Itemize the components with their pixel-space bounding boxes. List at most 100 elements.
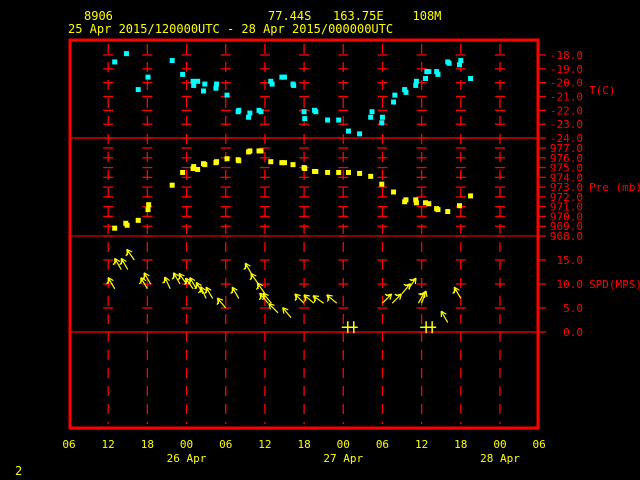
y-axis-label-pressure: Pre (mb) [589, 181, 640, 194]
wind-arrow [268, 303, 279, 314]
pressure-point [345, 169, 351, 175]
temperature-point [281, 74, 287, 80]
x-tick-label: 12 [415, 438, 428, 451]
wind-arrow [326, 294, 338, 304]
temperature-point [195, 78, 201, 84]
y-tick-label: -20.0 [550, 77, 583, 90]
pressure-point [313, 168, 319, 174]
temperature-point [423, 76, 429, 82]
pressure-point [258, 148, 264, 154]
temperature-point [413, 78, 419, 84]
wind-arrow [382, 293, 393, 304]
temperature-point [379, 114, 385, 120]
pressure-point [325, 169, 331, 175]
temperature-point [325, 117, 331, 123]
pressure-point [112, 225, 118, 231]
pressure-point [357, 170, 363, 176]
pressure-point [368, 173, 374, 179]
pressure-point [195, 167, 201, 173]
temperature-point [224, 92, 230, 98]
x-tick-label: 00 [493, 438, 506, 451]
y-tick-label: -22.0 [550, 104, 583, 117]
pressure-point [268, 159, 274, 165]
y-tick-label: 15.0 [557, 254, 584, 267]
wind-arrow [243, 262, 253, 275]
temperature-point [357, 131, 363, 137]
temperature-point [345, 128, 351, 134]
temperature-point [180, 71, 186, 77]
y-tick-label: -23.0 [550, 118, 583, 131]
x-tick-label: 06 [62, 438, 75, 451]
wind-arrow [282, 307, 292, 318]
temperature-point [426, 69, 432, 75]
wind-arrow [216, 297, 227, 309]
x-tick-label: 18 [454, 438, 467, 451]
y-tick-label: -19.0 [550, 63, 583, 76]
wind-arrow [294, 293, 305, 304]
pressure-point [391, 189, 397, 195]
temperature-point [135, 87, 141, 93]
pressure-point [214, 159, 220, 165]
date-label: 27 Apr [323, 452, 363, 465]
x-tick-label: 06 [219, 438, 232, 451]
pressure-point [135, 217, 141, 223]
temperature-point [458, 58, 464, 64]
temperature-point [435, 71, 441, 77]
x-tick-label: 06 [533, 438, 546, 451]
date-label: 26 Apr [167, 452, 207, 465]
y-tick-label: 0.0 [563, 326, 583, 339]
x-tick-label: 00 [180, 438, 193, 451]
temperature-point [112, 59, 118, 65]
pressure-point [169, 182, 175, 188]
pressure-point [180, 169, 186, 175]
wind-arrow [312, 295, 325, 304]
pressure-point [302, 166, 308, 172]
pressure-point [468, 193, 474, 199]
pressure-point [290, 162, 296, 168]
temperature-point [145, 74, 151, 80]
temperature-point [236, 107, 242, 113]
y-axis-label-temperature: T(C) [589, 84, 616, 97]
station-timeseries-chart: -18.0-19.0-20.0-21.0-22.0-23.0-24.0T(C)9… [62, 38, 640, 465]
x-tick-label: 06 [376, 438, 389, 451]
temperature-point [269, 81, 275, 87]
wind-arrow [452, 286, 462, 299]
wind-arrow [391, 293, 403, 304]
temperature-point [247, 110, 253, 116]
x-tick-label: 12 [258, 438, 271, 451]
x-tick-label: 18 [141, 438, 154, 451]
y-tick-label: 5.0 [563, 302, 583, 315]
temperature-point [313, 109, 319, 115]
pressure-point [426, 201, 432, 207]
temperature-point [201, 88, 207, 94]
pressure-point [145, 207, 151, 213]
temperature-point [391, 99, 397, 105]
pressure-point [247, 148, 253, 154]
wind-arrow [230, 286, 240, 299]
wind-arrow-head [414, 278, 417, 285]
pressure-point [224, 156, 230, 162]
pressure-point [146, 202, 152, 208]
temperature-point [403, 89, 409, 95]
y-tick-label: -21.0 [550, 91, 583, 104]
pressure-point [379, 181, 385, 187]
temperature-point [202, 81, 208, 87]
y-tick-label: -18.0 [550, 49, 583, 62]
temperature-point [468, 76, 474, 82]
wind-arrow [249, 272, 259, 285]
date-label: 28 Apr [480, 452, 520, 465]
x-tick-label: 00 [337, 438, 350, 451]
pressure-point [445, 209, 451, 215]
y-axis-label-wind_speed: SPD(MPS) [589, 278, 640, 291]
temperature-point [258, 109, 264, 115]
pressure-point [281, 160, 287, 166]
temperature-point [379, 120, 385, 126]
temperature-point [301, 109, 307, 115]
pressure-point [413, 200, 419, 206]
y-tick-label: 10.0 [557, 278, 584, 291]
wind-arrow-head [425, 290, 428, 298]
x-tick-label: 12 [102, 438, 115, 451]
wind-arrow [138, 277, 148, 290]
pressure-point [456, 203, 462, 209]
pressure-point [435, 207, 441, 213]
